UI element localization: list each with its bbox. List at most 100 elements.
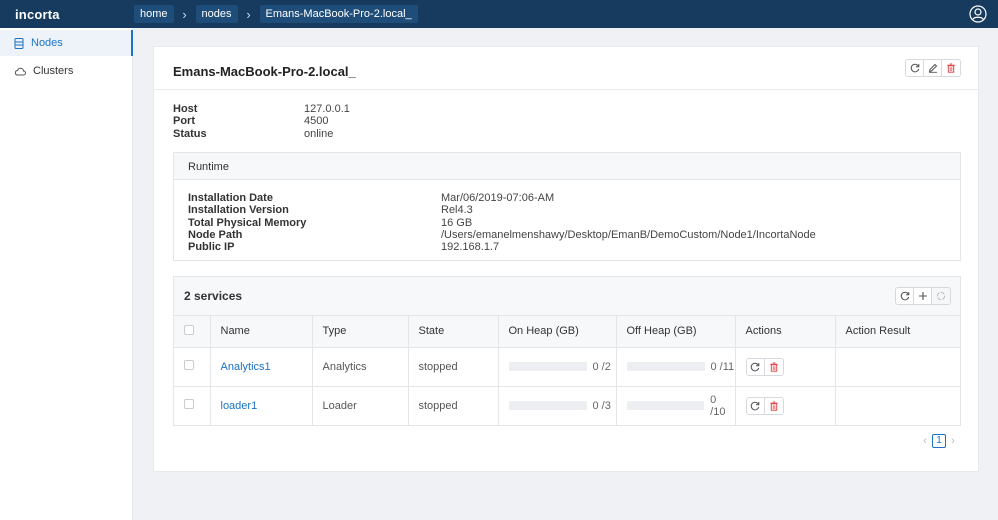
divider: [154, 89, 978, 90]
total-memory-value: 16 GB: [441, 217, 473, 229]
row-select-cell: [174, 386, 211, 425]
node-actions: [905, 59, 961, 77]
refresh-services-button[interactable]: [896, 288, 914, 304]
on-heap-cell: 0 /3: [498, 386, 617, 425]
page-number-current[interactable]: 1: [932, 434, 946, 448]
column-header-on-heap[interactable]: On Heap (GB): [498, 316, 617, 348]
sidebar-item-clusters[interactable]: Clusters: [0, 58, 133, 84]
service-type: Loader: [312, 386, 409, 425]
delete-service-button[interactable]: [764, 397, 783, 414]
off-heap-value: 0 /10: [710, 393, 726, 418]
column-header-type[interactable]: Type: [312, 316, 409, 348]
sidebar-item-nodes[interactable]: Nodes: [0, 30, 133, 56]
table-row: Analytics1 Analytics stopped 0 /2 0 /11: [174, 347, 960, 387]
column-header-off-heap[interactable]: Off Heap (GB): [616, 316, 736, 348]
delete-node-button[interactable]: [942, 60, 960, 76]
sidebar-item-label: Clusters: [33, 65, 74, 77]
refresh-icon: [910, 63, 919, 73]
delete-service-button[interactable]: [764, 358, 783, 375]
service-row-actions: [745, 396, 784, 415]
column-header-action-result: Action Result: [835, 316, 960, 348]
status-value: online: [304, 128, 334, 140]
user-avatar-icon[interactable]: [969, 5, 987, 23]
runtime-panel: Runtime Installation Date Mar/06/2019-07…: [173, 152, 961, 261]
refresh-icon: [750, 401, 760, 411]
actions-cell: [735, 386, 836, 425]
restart-service-button[interactable]: [746, 358, 765, 375]
breadcrumb: home › nodes › Emans-MacBook-Pro-2.local…: [134, 5, 418, 23]
chevron-right-icon: ›: [182, 6, 187, 22]
table-header-row: Name Type State On Heap (GB) Off Heap (G…: [174, 316, 960, 348]
breadcrumb-home[interactable]: home: [134, 5, 174, 23]
loading-icon: [936, 291, 946, 301]
next-page-icon[interactable]: ›: [946, 435, 960, 447]
select-all-header: [174, 316, 211, 348]
runtime-title: Runtime: [188, 161, 229, 173]
cloud-icon: [14, 67, 26, 75]
select-all-checkbox[interactable]: [184, 324, 194, 335]
column-header-state[interactable]: State: [408, 316, 499, 348]
action-result: [835, 386, 960, 425]
service-name-cell: Analytics1: [210, 347, 313, 387]
service-row-actions: [745, 357, 784, 376]
column-header-name[interactable]: Name: [210, 316, 313, 348]
off-heap-value: 0 /11: [710, 360, 735, 373]
top-bar: incorta home › nodes › Emans-MacBook-Pro…: [0, 0, 998, 28]
off-heap-cell: 0 /10: [616, 386, 736, 425]
installation-date-label: Installation Date: [188, 192, 273, 204]
port-value: 4500: [304, 115, 329, 127]
host-value: 127.0.0.1: [304, 103, 350, 115]
table-row: loader1 Loader stopped 0 /3 0 /10: [174, 386, 960, 425]
row-select-cell: [174, 347, 211, 387]
services-actions: [895, 287, 951, 305]
on-heap-cell: 0 /2: [498, 347, 617, 387]
public-ip-label: Public IP: [188, 241, 235, 253]
service-state: stopped: [408, 386, 499, 425]
public-ip-value: 192.168.1.7: [441, 241, 500, 253]
service-name-link[interactable]: loader1: [221, 400, 258, 412]
refresh-node-button[interactable]: [906, 60, 924, 76]
host-label: Host: [173, 103, 198, 115]
service-state: stopped: [408, 347, 499, 387]
pagination: ‹ 1 ›: [918, 434, 960, 448]
off-heap-cell: 0 /11: [616, 347, 736, 387]
installation-version-label: Installation Version: [188, 204, 289, 216]
trash-icon: [947, 63, 955, 73]
prev-page-icon[interactable]: ‹: [918, 435, 932, 447]
node-path-label: Node Path: [188, 229, 243, 241]
service-type: Analytics: [312, 347, 409, 387]
port-label: Port: [173, 115, 195, 127]
on-heap-value: 0 /2: [592, 360, 611, 373]
on-heap-value: 0 /3: [592, 399, 611, 412]
edit-node-button[interactable]: [924, 60, 942, 76]
service-name-link[interactable]: Analytics1: [221, 361, 271, 373]
services-table: Name Type State On Heap (GB) Off Heap (G…: [174, 316, 960, 425]
refresh-icon: [900, 291, 909, 301]
node-title: Emans-MacBook-Pro-2.local_: [173, 64, 356, 79]
runtime-header: Runtime: [174, 153, 960, 180]
services-panel: 2 services Name Type State On Heap (GB) …: [173, 276, 961, 426]
row-checkbox[interactable]: [184, 360, 194, 370]
restart-services-button[interactable]: [932, 288, 950, 304]
plus-icon: [918, 292, 927, 300]
column-header-actions: Actions: [735, 316, 836, 348]
node-path-value: /Users/emanelmenshawy/Desktop/EmanB/Demo…: [441, 229, 816, 241]
restart-service-button[interactable]: [746, 397, 765, 414]
actions-cell: [735, 347, 836, 387]
sidebar-item-label: Nodes: [31, 37, 63, 49]
row-checkbox[interactable]: [184, 399, 194, 410]
on-heap-bar: [508, 362, 587, 371]
total-memory-label: Total Physical Memory: [188, 217, 307, 229]
trash-icon: [769, 401, 778, 411]
incorta-logo[interactable]: incorta: [15, 7, 60, 22]
services-header: 2 services: [174, 277, 960, 316]
breadcrumb-current-node[interactable]: Emans-MacBook-Pro-2.local_: [259, 5, 418, 23]
status-label: Status: [173, 128, 207, 140]
off-heap-bar: [626, 362, 705, 371]
services-title: 2 services: [184, 289, 243, 303]
off-heap-bar: [626, 401, 705, 411]
installation-version-value: Rel4.3: [441, 204, 473, 216]
add-service-button[interactable]: [914, 288, 932, 304]
node-details-card: Emans-MacBook-Pro-2.local_ Host 127.0.0.…: [153, 46, 979, 472]
breadcrumb-nodes[interactable]: nodes: [195, 5, 238, 23]
